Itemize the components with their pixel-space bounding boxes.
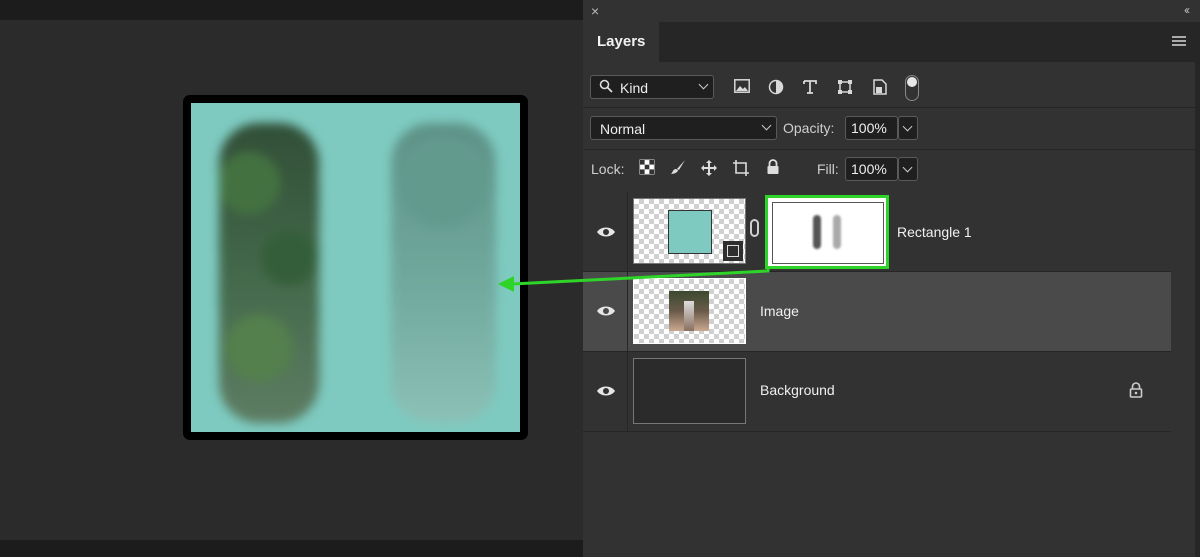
bridge-preview: [684, 301, 694, 331]
opacity-input[interactable]: 100%: [845, 116, 898, 140]
chevron-down-icon: [902, 162, 913, 173]
document-canvas[interactable]: [183, 95, 528, 440]
lock-pixels-brush-icon[interactable]: [668, 159, 688, 179]
panel-tabstrip: Layers: [583, 22, 1200, 62]
eye-icon[interactable]: [596, 226, 616, 238]
chevron-down-icon: [902, 121, 913, 132]
fill-label: Fill:: [817, 161, 839, 177]
tab-layers[interactable]: Layers: [583, 22, 659, 62]
divider: [583, 149, 1195, 150]
image-filter-icon[interactable]: [733, 79, 751, 97]
lock-label: Lock:: [591, 161, 625, 177]
lock-artboard-icon[interactable]: [731, 159, 751, 179]
kind-filter-dropdown[interactable]: Kind: [590, 75, 714, 99]
panel-header: × ‹‹: [583, 0, 1200, 22]
layer-name[interactable]: Image: [760, 303, 799, 319]
filter-toggle[interactable]: [905, 75, 919, 101]
eye-icon[interactable]: [596, 385, 616, 397]
blend-mode-label: Normal: [600, 121, 646, 137]
search-icon: [599, 79, 613, 96]
status-bar: [0, 540, 583, 557]
opacity-dropdown-button[interactable]: [898, 116, 918, 140]
shape-layer-icon: [723, 241, 743, 261]
chain-link-icon[interactable]: [750, 219, 759, 237]
mask-preview: [772, 202, 884, 264]
layer-mask-thumbnail[interactable]: [765, 195, 889, 269]
blend-mode-dropdown[interactable]: Normal: [590, 116, 777, 140]
type-filter-icon[interactable]: [801, 79, 819, 97]
layer-thumbnail[interactable]: [633, 278, 746, 344]
eye-icon[interactable]: [596, 305, 616, 317]
image-preview: [669, 291, 709, 331]
kind-filter-label: Kind: [620, 80, 649, 96]
adjustment-filter-icon[interactable]: [767, 79, 785, 97]
layer-name[interactable]: Rectangle 1: [897, 224, 972, 240]
layer-thumbnail[interactable]: [633, 198, 746, 264]
lock-all-icon[interactable]: [763, 159, 783, 179]
chevron-down-icon: [698, 79, 709, 90]
close-icon[interactable]: ×: [591, 3, 599, 19]
fill-dropdown-button[interactable]: [898, 157, 918, 181]
panel-scrollbar[interactable]: [1195, 62, 1200, 557]
chevron-down-icon: [761, 120, 772, 131]
collapse-panel-icon[interactable]: ‹‹: [1184, 3, 1190, 17]
smart-object-filter-icon[interactable]: [871, 79, 889, 97]
layer-name[interactable]: Background: [760, 382, 835, 398]
layers-panel: × ‹‹ Layers Kind Normal Opacity: 100% Lo…: [583, 0, 1200, 557]
tab-layers-label: Layers: [597, 33, 646, 50]
lock-position-move-icon[interactable]: [699, 159, 719, 179]
layers-list: Rectangle 1 Image Background: [583, 192, 1171, 432]
layer-thumbnail[interactable]: [633, 358, 746, 424]
opacity-label: Opacity:: [783, 120, 835, 136]
top-bar: [0, 0, 583, 20]
layer-row-rectangle-1[interactable]: Rectangle 1: [583, 192, 1171, 272]
fill-input[interactable]: 100%: [845, 157, 898, 181]
mask-bar-dark: [813, 215, 821, 249]
image-strip-left: [219, 123, 319, 423]
mask-bar-light: [833, 215, 841, 249]
lock-icon: [1129, 382, 1143, 398]
layer-row-image[interactable]: Image: [583, 272, 1171, 352]
shape-preview: [668, 210, 712, 254]
lock-transparency-icon[interactable]: [637, 159, 657, 179]
shape-filter-icon[interactable]: [836, 79, 854, 97]
canvas-content: [191, 103, 520, 432]
divider: [583, 107, 1195, 108]
image-strip-right: [391, 123, 496, 423]
panel-menu-icon[interactable]: [1172, 36, 1186, 46]
layer-row-background[interactable]: Background: [583, 352, 1171, 432]
